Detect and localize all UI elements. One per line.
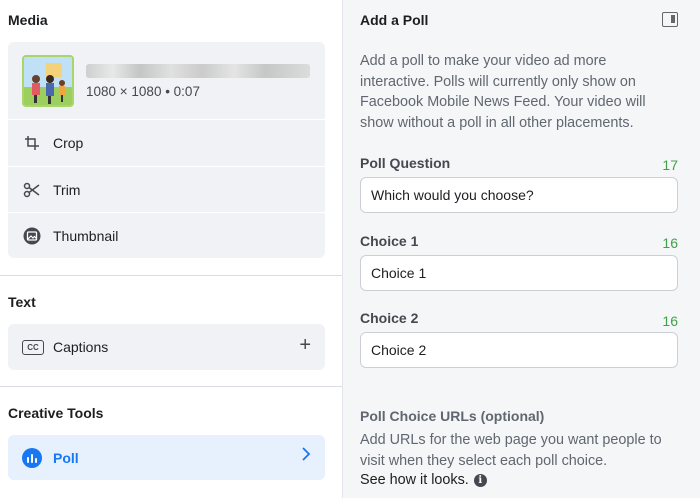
- crop-icon: [22, 133, 42, 153]
- info-icon[interactable]: i: [473, 473, 487, 487]
- media-section-title: Media: [8, 12, 48, 28]
- add-poll-panel: Add a Poll Add a poll to make your video…: [342, 0, 700, 498]
- thumbnail-label: Thumbnail: [53, 227, 119, 244]
- choice-2-input[interactable]: [360, 332, 678, 368]
- choice-1-input[interactable]: [360, 255, 678, 291]
- crop-action[interactable]: Crop: [8, 120, 325, 166]
- collapse-panel-icon[interactable]: [662, 12, 678, 27]
- video-thumbnail: [22, 55, 74, 107]
- trim-action[interactable]: Trim: [8, 166, 325, 212]
- poll-question-label: Poll Question: [360, 155, 451, 171]
- video-filename-blurred: [86, 64, 310, 78]
- media-card: 1080 × 1080 • 0:07 Crop Trim Thumbnail: [8, 42, 325, 258]
- section-divider: [0, 386, 342, 387]
- see-how-label: See how it looks.: [360, 472, 469, 488]
- left-panel: Media 1080 × 1080 • 0:07 Crop Trim Thumb…: [0, 0, 342, 498]
- poll-choice-urls-title: Poll Choice URLs (optional): [360, 408, 545, 424]
- poll-question-input[interactable]: [360, 177, 678, 213]
- choice-1-char-count: 16: [662, 235, 678, 251]
- trim-label: Trim: [53, 181, 81, 198]
- chevron-right-icon: [301, 447, 311, 466]
- crop-label: Crop: [53, 135, 84, 151]
- panel-title: Add a Poll: [360, 12, 429, 28]
- choice-2-char-count: 16: [662, 313, 678, 329]
- thumbnail-action[interactable]: Thumbnail: [8, 212, 325, 258]
- scissors-icon: [22, 180, 42, 200]
- choice-1-label: Choice 1: [360, 233, 419, 249]
- add-captions-plus-icon[interactable]: +: [299, 334, 311, 357]
- choice-2-label: Choice 2: [360, 310, 419, 326]
- poll-description: Add a poll to make your video ad more in…: [360, 53, 646, 131]
- video-dimensions: 1080 × 1080 • 0:07: [86, 84, 200, 99]
- captions-icon: CC: [22, 339, 44, 355]
- poll-icon: [22, 447, 42, 468]
- see-how-it-looks[interactable]: See how it looks. i: [360, 472, 487, 488]
- text-section-title: Text: [8, 294, 36, 310]
- captions-label: Captions: [53, 339, 109, 355]
- captions-row[interactable]: CC Captions +: [8, 324, 325, 370]
- poll-question-char-count: 17: [662, 157, 678, 173]
- poll-choice-urls-description: Add URLs for the web page you want peopl…: [360, 432, 662, 469]
- creative-tools-title: Creative Tools: [8, 405, 104, 421]
- section-divider: [0, 275, 342, 276]
- poll-tool-row[interactable]: Poll: [8, 435, 325, 480]
- media-item[interactable]: 1080 × 1080 • 0:07: [8, 42, 325, 120]
- thumbnail-icon: [22, 226, 42, 246]
- poll-label: Poll: [53, 449, 79, 466]
